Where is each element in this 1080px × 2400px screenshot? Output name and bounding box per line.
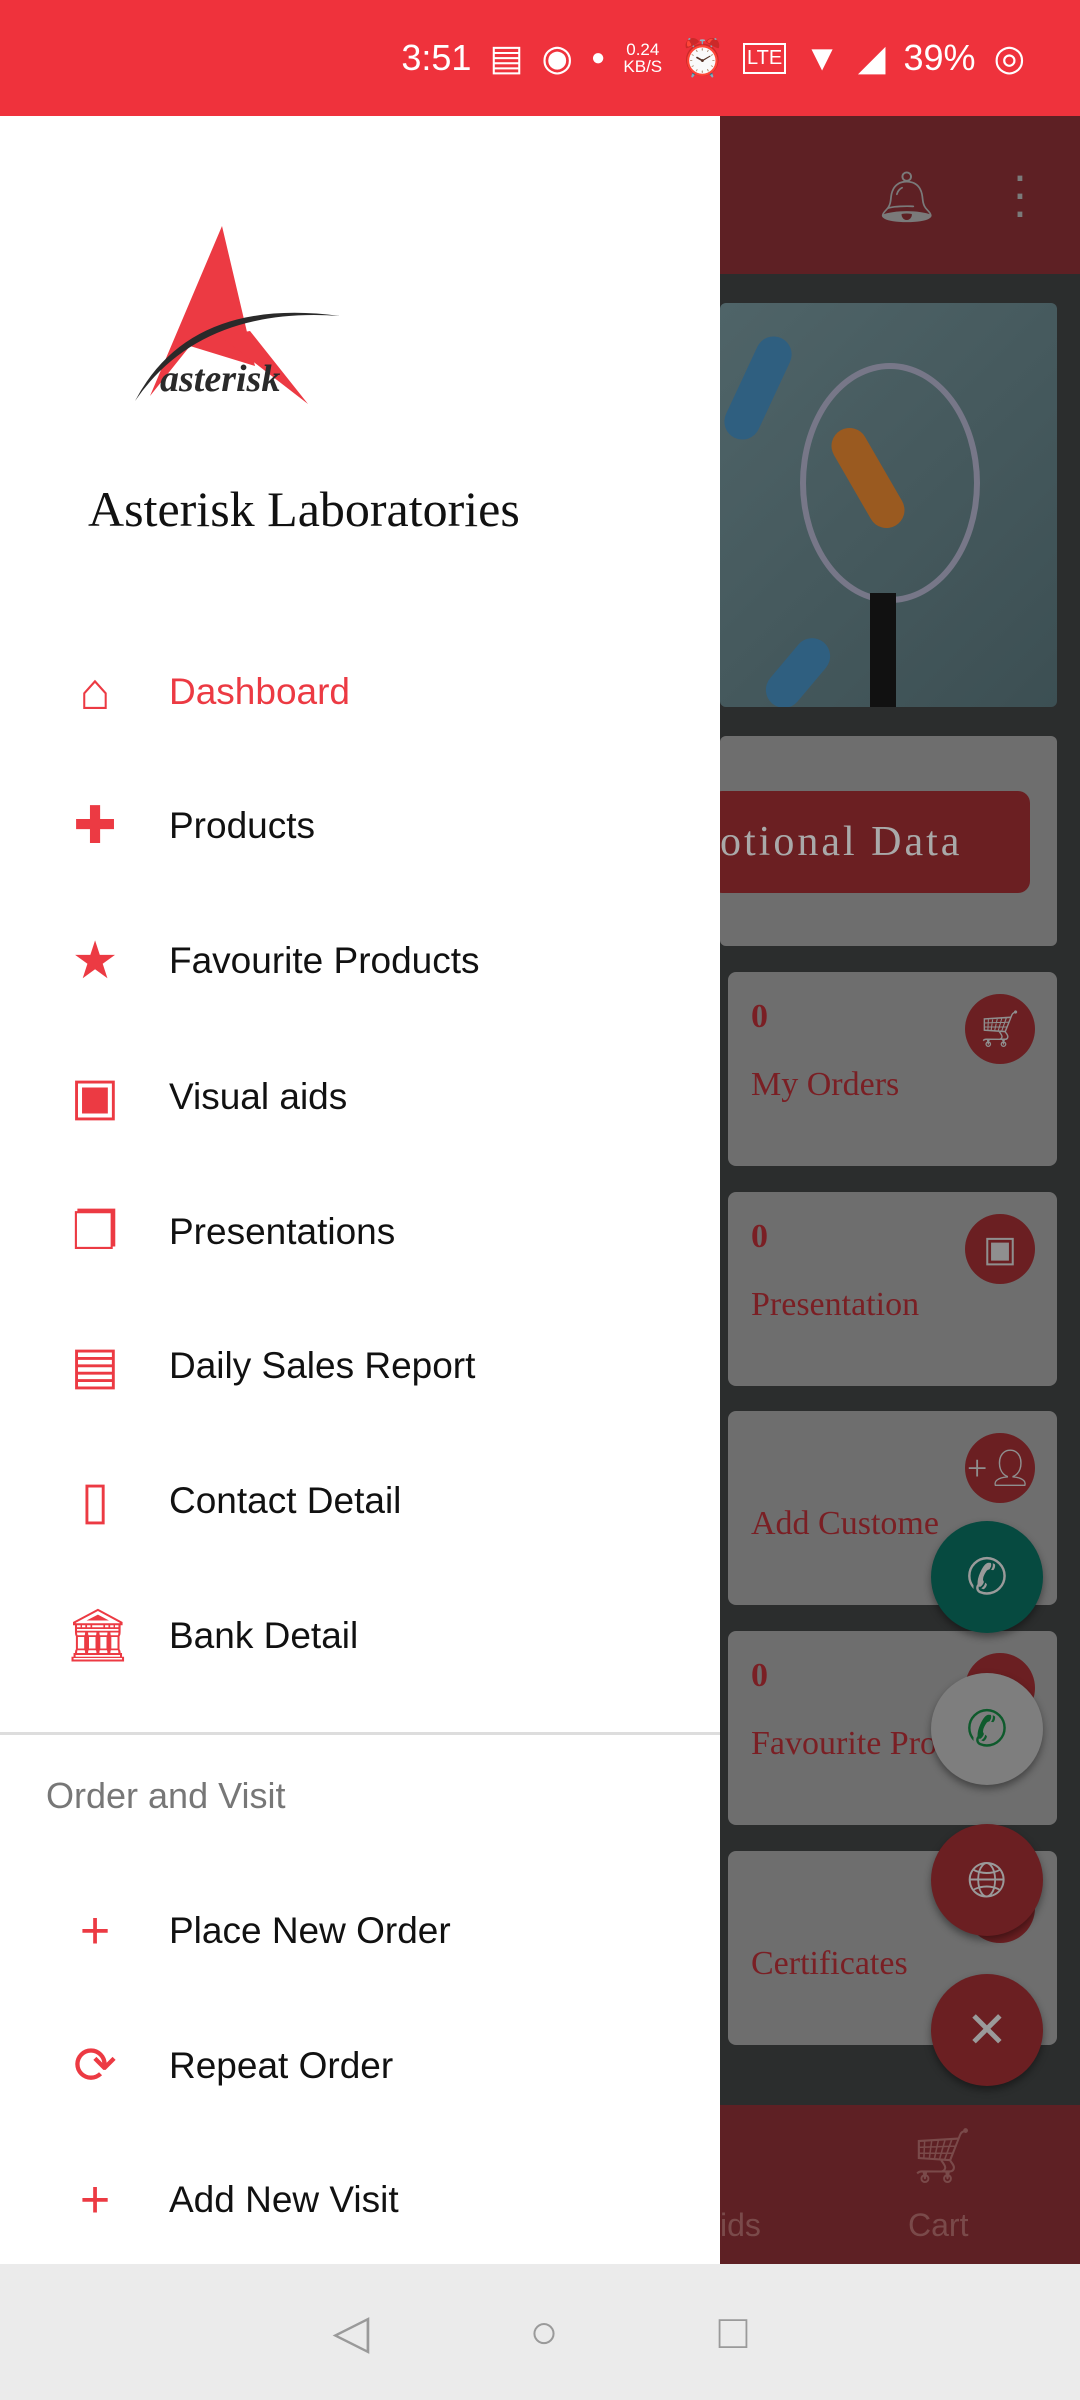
globe-icon: 🌐︎: [967, 1852, 1007, 1908]
phone-icon: ✆: [966, 1549, 1008, 1605]
banner-image: [720, 303, 1057, 707]
alarm-icon: ⏰: [680, 37, 725, 78]
plus-icon: +: [79, 2171, 111, 2229]
menu-item-daily-sales-report[interactable]: ▤ Daily Sales Report: [0, 1316, 720, 1416]
volte-icon: LTE: [742, 42, 787, 74]
menu-item-dashboard[interactable]: ⌂ Dashboard: [0, 642, 720, 742]
photo-library-icon: ▣: [965, 1214, 1035, 1284]
section-title: Order and Visit: [46, 1775, 286, 1816]
cart-icon: 🛒︎: [965, 994, 1035, 1064]
navigation-drawer: asterisk Asterisk Laboratories ⌂ Dashboar…: [0, 116, 720, 2264]
menu-item-label: Visual aids: [169, 1076, 348, 1117]
menu-item-repeat-order[interactable]: ⟳ Repeat Order: [0, 2016, 720, 2116]
whatsapp-fab[interactable]: ✆: [931, 1673, 1043, 1785]
card-count: 0: [751, 1218, 768, 1255]
promotional-data-button[interactable]: otional Data: [710, 791, 1030, 893]
bottom-navigation: ids 🛒︎ Cart: [720, 2105, 1080, 2264]
promotional-data-card: otional Data: [710, 736, 1057, 946]
add-person-icon: +👤︎: [965, 1433, 1035, 1503]
divider: [0, 1732, 720, 1735]
recents-icon[interactable]: □: [718, 2305, 747, 2360]
my-orders-card[interactable]: 0 My Orders 🛒︎: [728, 972, 1057, 1166]
dimmed-dashboard[interactable]: 🔔︎ · · · otional Data 0 My Orders 🛒︎ 0 Presen…: [710, 116, 1080, 2264]
menu-item-presentations[interactable]: ❐ Presentations: [0, 1182, 720, 1282]
wifi-icon: ▼: [804, 37, 840, 78]
menu-item-visual-aids[interactable]: ▣ Visual aids: [0, 1047, 720, 1147]
phone-device-icon: ▯: [80, 1472, 110, 1530]
card-label: My Orders: [751, 1066, 900, 1103]
back-icon[interactable]: ◁: [333, 2304, 370, 2360]
app-notification-icon: ◉: [541, 37, 573, 78]
bottom-nav-cart[interactable]: Cart: [908, 2207, 968, 2244]
home-icon: ⌂: [79, 663, 111, 721]
menu-item-label: Contact Detail: [169, 1480, 402, 1521]
menu-item-label: Add New Visit: [169, 2179, 399, 2220]
more-options-icon[interactable]: · · ·: [1010, 150, 1030, 236]
repeat-icon: ⟳: [73, 2037, 117, 2095]
menu-item-label: Dashboard: [169, 671, 351, 712]
menu-item-bank-detail[interactable]: 🏛︎ Bank Detail: [0, 1586, 720, 1686]
net-speed-unit: KB/S: [623, 57, 663, 76]
dot-icon: ●: [590, 44, 606, 71]
brand-name: Asterisk Laboratories: [88, 481, 520, 537]
menu-item-place-new-order[interactable]: + Place New Order: [0, 1881, 720, 1981]
system-navigation-bar: ◁ ○ □: [0, 2264, 1080, 2400]
menu-item-label: Favourite Products: [169, 940, 480, 981]
close-fab[interactable]: ✕: [931, 1974, 1043, 2086]
asterisk-logo: asterisk: [130, 226, 350, 411]
menu-item-label: Presentations: [169, 1211, 396, 1252]
net-speed: 0.24 KB/S: [623, 41, 662, 75]
clock: 3:51: [401, 37, 472, 78]
card-label: Certificates: [751, 1945, 908, 1982]
menu-item-label: Place New Order: [169, 1910, 451, 1951]
menu-item-label: Products: [169, 805, 316, 846]
svg-text:asterisk: asterisk: [160, 358, 280, 400]
menu-item-add-new-visit[interactable]: + Add New Visit: [0, 2150, 720, 2250]
card-count: 0: [751, 998, 768, 1035]
whatsapp-icon: ✆: [966, 1701, 1008, 1757]
star-icon: ★: [71, 932, 119, 990]
call-fab[interactable]: ✆: [931, 1521, 1043, 1633]
clipboard-icon: ▤: [70, 1337, 120, 1395]
card-label: Presentation: [751, 1286, 920, 1323]
plus-icon: +: [79, 1902, 111, 1960]
close-icon: ✕: [966, 2002, 1008, 2058]
presentation-card[interactable]: 0 Presentation ▣: [728, 1192, 1057, 1386]
app-bar: 🔔︎ · · ·: [720, 116, 1080, 274]
card-count: 0: [751, 1657, 768, 1694]
cart-icon: 🛒︎: [908, 2126, 977, 2186]
bank-icon: 🏛︎: [65, 1607, 132, 1665]
status-bar: 3:51 ▤ ◉ ● 0.24 KB/S ⏰ LTE ▼ ◢ 39% ◎: [0, 0, 1080, 116]
battery-percent: 39%: [903, 37, 976, 78]
card-label: Favourite Pro: [751, 1725, 938, 1762]
menu-item-favourite-products[interactable]: ★ Favourite Products: [0, 911, 720, 1011]
message-icon: ▤: [489, 37, 524, 78]
menu-item-label: Repeat Order: [169, 2045, 394, 2086]
home-circle-icon[interactable]: ○: [529, 2305, 558, 2360]
card-label: Add Custome: [751, 1505, 939, 1542]
bell-icon[interactable]: 🔔︎: [875, 168, 938, 227]
image-icon: ▣: [70, 1068, 120, 1126]
battery-icon: ◎: [993, 37, 1025, 78]
menu-item-label: Bank Detail: [169, 1615, 359, 1656]
menu-item-label: Daily Sales Report: [169, 1345, 476, 1386]
website-fab[interactable]: 🌐︎: [931, 1824, 1043, 1936]
bottom-nav-visual-aids[interactable]: ids: [720, 2207, 761, 2244]
medical-plus-icon: ✚: [73, 797, 117, 855]
menu-item-products[interactable]: ✚ Products: [0, 776, 720, 876]
photo-library-icon: ❐: [71, 1203, 119, 1261]
menu-item-contact-detail[interactable]: ▯ Contact Detail: [0, 1451, 720, 1551]
signal-icon: ◢: [857, 37, 886, 78]
